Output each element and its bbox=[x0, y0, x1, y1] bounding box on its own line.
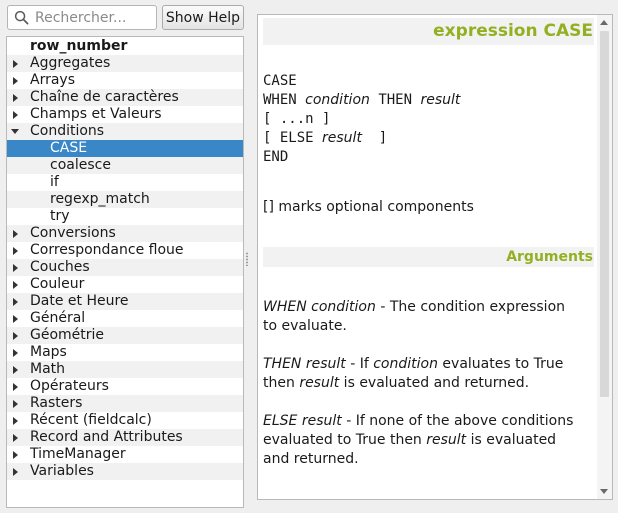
collapsed-arrow-icon[interactable] bbox=[13, 111, 18, 119]
collapsed-arrow-icon[interactable] bbox=[13, 417, 18, 425]
argument-else: ELSE result - If none of the above condi… bbox=[263, 413, 574, 467]
collapsed-arrow-icon[interactable] bbox=[13, 349, 18, 357]
tree-category-item[interactable]: Récent (fieldcalc) bbox=[7, 412, 243, 429]
expanded-arrow-icon[interactable] bbox=[11, 129, 19, 134]
tree-category-item[interactable]: Math bbox=[7, 361, 243, 378]
tree-item-label: try bbox=[50, 208, 70, 224]
collapsed-arrow-icon[interactable] bbox=[13, 451, 18, 459]
collapsed-arrow-icon[interactable] bbox=[13, 332, 18, 340]
search-input[interactable] bbox=[35, 9, 147, 26]
tree-function-item[interactable]: regexp_match bbox=[7, 191, 243, 208]
tree-function-item[interactable]: if bbox=[7, 174, 243, 191]
tree-category-item[interactable]: row_number bbox=[7, 38, 243, 55]
collapsed-arrow-icon[interactable] bbox=[13, 60, 18, 68]
tree-item-label: CASE bbox=[50, 140, 88, 156]
splitter-handle[interactable] bbox=[246, 252, 248, 266]
collapsed-arrow-icon[interactable] bbox=[13, 383, 18, 391]
tree-item-label: Aggregates bbox=[30, 55, 111, 71]
scroll-down-arrow-icon[interactable] bbox=[600, 489, 608, 494]
collapsed-arrow-icon[interactable] bbox=[13, 298, 18, 306]
tree-item-label: Conditions bbox=[30, 123, 105, 139]
tree-item-label: Couleur bbox=[30, 276, 85, 292]
collapsed-arrow-icon[interactable] bbox=[13, 281, 18, 289]
tree-category-item[interactable]: TimeManager bbox=[7, 446, 243, 463]
tree-item-label: Maps bbox=[30, 344, 67, 360]
function-tree[interactable]: row_number Aggregates Arrays Chaîne de cara… bbox=[6, 36, 244, 508]
syntax-line: CASE bbox=[263, 73, 297, 89]
tree-category-item[interactable]: Record and Attributes bbox=[7, 429, 243, 446]
tree-category-item[interactable]: Correspondance floue bbox=[7, 242, 243, 259]
tree-item-label: Arrays bbox=[30, 72, 76, 88]
scroll-up-arrow-icon[interactable] bbox=[600, 20, 608, 25]
tree-function-item[interactable]: try bbox=[7, 208, 243, 225]
collapsed-arrow-icon[interactable] bbox=[13, 77, 18, 85]
help-title: expression CASE bbox=[263, 18, 594, 45]
tree-item-label: Couches bbox=[30, 259, 90, 275]
tree-item-label: Rasters bbox=[30, 395, 83, 411]
collapsed-arrow-icon[interactable] bbox=[13, 247, 18, 255]
tree-function-item[interactable]: coalesce bbox=[7, 157, 243, 174]
tree-category-item[interactable]: Couches bbox=[7, 259, 243, 276]
tree-item-label: Général bbox=[30, 310, 86, 326]
help-panel: expression CASE CASE WHEN condition THEN… bbox=[257, 14, 613, 500]
tree-item-label: Conversions bbox=[30, 225, 116, 241]
tree-function-item[interactable]: CASE bbox=[7, 140, 243, 157]
syntax-line: [ ...n ] bbox=[263, 111, 331, 127]
tree-category-item[interactable]: Couleur bbox=[7, 276, 243, 293]
search-field[interactable] bbox=[7, 5, 157, 30]
tree-item-label: if bbox=[50, 174, 59, 190]
tree-item-label: Opérateurs bbox=[30, 378, 109, 394]
tree-category-item[interactable]: Général bbox=[7, 310, 243, 327]
syntax-block: CASE WHEN condition THEN result [ ...n ]… bbox=[263, 72, 460, 167]
collapsed-arrow-icon[interactable] bbox=[13, 230, 18, 238]
syntax-line: END bbox=[263, 149, 289, 165]
optional-note: [] marks optional components bbox=[263, 199, 474, 215]
tree-item-label: Date et Heure bbox=[30, 293, 129, 309]
tree-category-item[interactable]: Chaîne de caractères bbox=[7, 89, 243, 106]
tree-item-label: Math bbox=[30, 361, 66, 377]
tree-category-item[interactable]: Arrays bbox=[7, 72, 243, 89]
search-icon bbox=[14, 10, 29, 25]
tree-item-label: Champs et Valeurs bbox=[30, 106, 162, 122]
scrollbar-thumb[interactable] bbox=[600, 31, 609, 397]
tree-item-label: row_number bbox=[30, 38, 128, 54]
collapsed-arrow-icon[interactable] bbox=[13, 468, 18, 476]
syntax-line: WHEN condition THEN result bbox=[263, 92, 461, 108]
collapsed-arrow-icon[interactable] bbox=[13, 315, 18, 323]
argument-when: WHEN condition - The condition expressio… bbox=[263, 299, 566, 334]
tree-category-item[interactable]: Opérateurs bbox=[7, 378, 243, 395]
collapsed-arrow-icon[interactable] bbox=[13, 264, 18, 272]
help-scrollbar[interactable] bbox=[597, 15, 612, 499]
tree-item-label: Correspondance floue bbox=[30, 242, 184, 258]
collapsed-arrow-icon[interactable] bbox=[13, 366, 18, 374]
tree-item-label: coalesce bbox=[50, 157, 111, 173]
tree-item-label: Variables bbox=[30, 463, 94, 479]
tree-item-label: Record and Attributes bbox=[30, 429, 183, 445]
tree-category-item[interactable]: Date et Heure bbox=[7, 293, 243, 310]
argument-then: THEN result - If condition evaluates to … bbox=[263, 356, 564, 391]
tree-item-label: regexp_match bbox=[50, 191, 150, 207]
collapsed-arrow-icon[interactable] bbox=[13, 400, 18, 408]
tree-category-item[interactable]: Variables bbox=[7, 463, 243, 480]
tree-category-item[interactable]: Géométrie bbox=[7, 327, 243, 344]
tree-item-label: Récent (fieldcalc) bbox=[30, 412, 152, 428]
collapsed-arrow-icon[interactable] bbox=[13, 434, 18, 442]
show-help-button[interactable]: Show Help bbox=[162, 5, 244, 30]
tree-category-item[interactable]: Conditions bbox=[7, 123, 243, 140]
tree-item-label: Chaîne de caractères bbox=[30, 89, 179, 105]
arguments-heading: Arguments bbox=[263, 247, 594, 267]
tree-item-label: TimeManager bbox=[30, 446, 126, 462]
collapsed-arrow-icon[interactable] bbox=[13, 94, 18, 102]
tree-category-item[interactable]: Aggregates bbox=[7, 55, 243, 72]
tree-category-item[interactable]: Rasters bbox=[7, 395, 243, 412]
tree-category-item[interactable]: Conversions bbox=[7, 225, 243, 242]
tree-category-item[interactable]: Champs et Valeurs bbox=[7, 106, 243, 123]
syntax-line: [ ELSE result ] bbox=[263, 130, 388, 146]
tree-category-item[interactable]: Maps bbox=[7, 344, 243, 361]
tree-item-label: Géométrie bbox=[30, 327, 105, 343]
